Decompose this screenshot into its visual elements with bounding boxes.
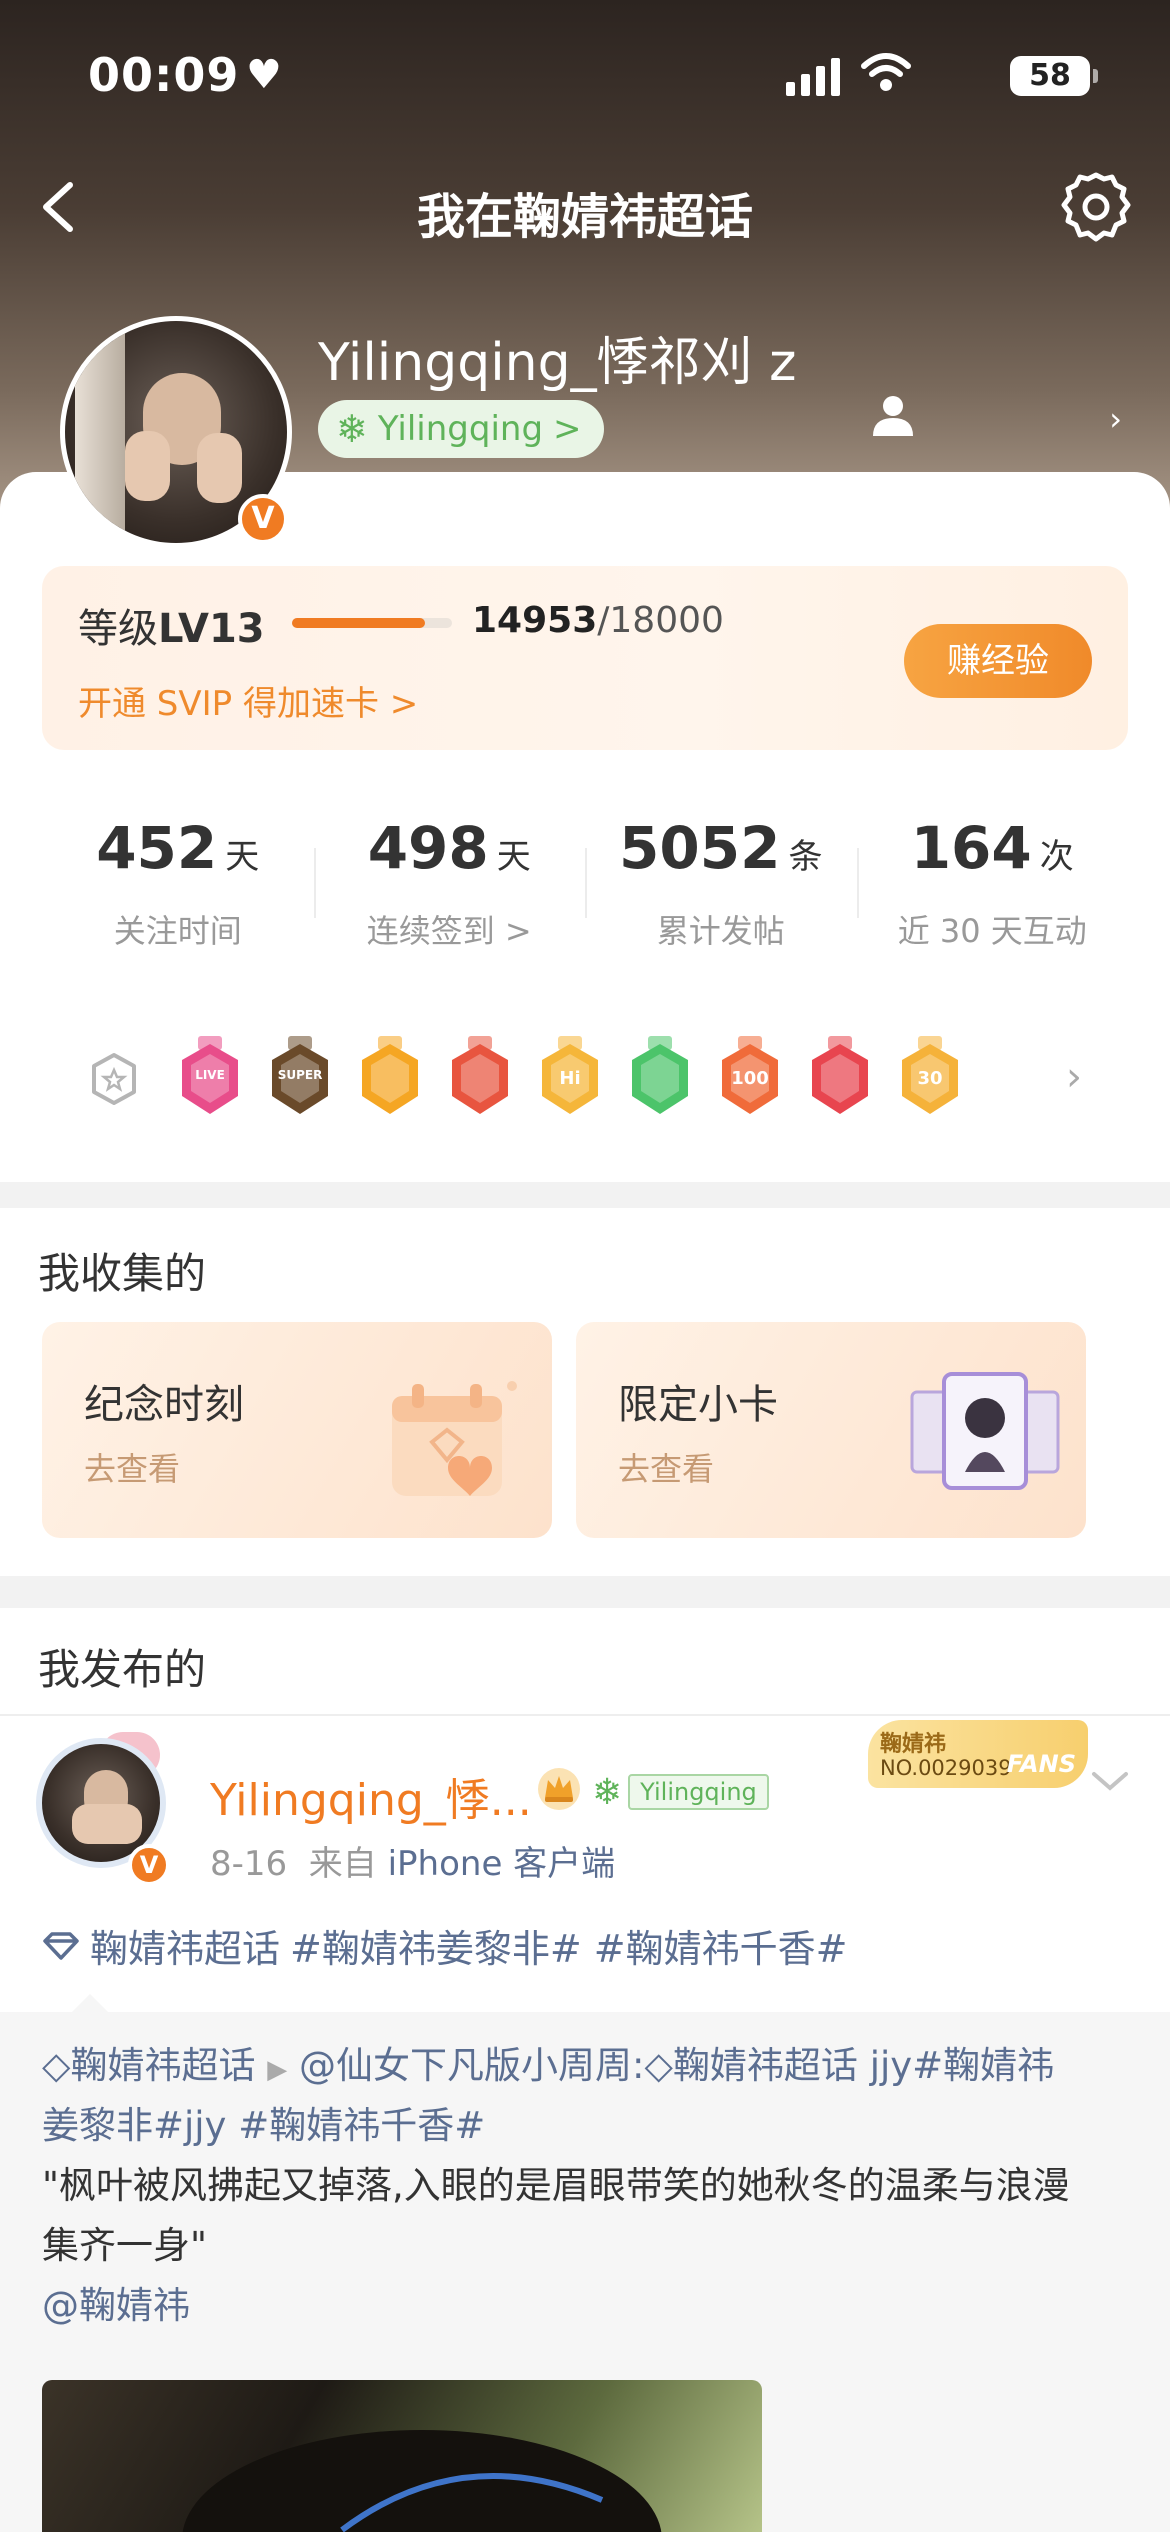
- hi-medal[interactable]: Hi: [536, 1036, 604, 1120]
- verified-badge-icon: V: [128, 1844, 170, 1886]
- section-title: 我发布的: [38, 1645, 207, 1694]
- crown-icon: [538, 1768, 580, 1810]
- stats-row: 452 天 关注时间 498 天 连续签到 > 5052 条 累计发帖 164 次 近 …: [42, 778, 1128, 978]
- live-medal[interactable]: LIVE: [176, 1036, 244, 1120]
- section-title: 我收集的: [38, 1249, 207, 1298]
- stat-total-posts: 5052 条 累计发帖: [585, 778, 857, 978]
- heart-icon: ♥: [246, 52, 282, 98]
- repost-line-2[interactable]: 姜黎非#jjy #鞠婧祎千香#: [42, 2096, 1128, 2156]
- supertopic-diamond-icon: [43, 1931, 79, 1960]
- svip-link[interactable]: 开通 SVIP 得加速卡 >: [78, 676, 418, 725]
- hand-medal[interactable]: [626, 1036, 694, 1120]
- cat-medal[interactable]: [446, 1036, 514, 1120]
- signal-icon: [786, 58, 840, 96]
- chevron-right-icon[interactable]: ›: [1109, 400, 1122, 438]
- medal-wall[interactable]: LIVE SUPER Hi 100 30 ›: [42, 1004, 1128, 1154]
- medal-text: SUPER: [277, 1068, 323, 1082]
- chevron-right-icon[interactable]: ›: [1066, 1054, 1082, 1100]
- chevron-down-icon[interactable]: [1090, 1766, 1130, 1796]
- 30-days-medal[interactable]: 30: [896, 1036, 964, 1120]
- 100-days-medal[interactable]: 100: [716, 1036, 784, 1120]
- medal-text: Hi: [559, 1068, 581, 1089]
- post-body: 鞠婧祎超话 #鞠婧祎姜黎非# #鞠婧祎千香#: [42, 1918, 847, 1973]
- repost-line-4: 集齐一身": [42, 2224, 208, 2267]
- nav-bar: 我在鞠婧祎超话: [0, 165, 1170, 255]
- status-time: 00:09: [88, 48, 240, 102]
- medal-text: LIVE: [195, 1068, 225, 1082]
- repost-line-3: "枫叶被风拂起又掉落,入眼的是眉眼带笑的她秋冬的温柔与浪漫: [42, 2164, 1070, 2207]
- trophy-medal[interactable]: [806, 1036, 874, 1120]
- chip-label: Yilingqing: [628, 1774, 769, 1810]
- repost-mention[interactable]: @鞠婧祎: [42, 2276, 1128, 2336]
- post-meta: 8-16 来自 iPhone 客户端: [210, 1844, 616, 1884]
- chip-arrow-icon: >: [553, 409, 582, 449]
- stat-checkin-streak[interactable]: 498 天 连续签到 >: [313, 778, 586, 978]
- repost-author-link[interactable]: @仙女下凡版小周周:: [299, 2044, 644, 2087]
- gear-icon[interactable]: [1058, 169, 1134, 245]
- repost-line-1: ◇鞠婧祎超话 ▶ @仙女下凡版小周周:◇鞠婧祎超话 jjy#鞠婧祎: [42, 2044, 1055, 2087]
- crown-medal[interactable]: [356, 1036, 424, 1120]
- post-author-name[interactable]: Yilingqing_悸...: [210, 1764, 532, 1828]
- supertopic-level-chip[interactable]: ❄ Yilingqing >: [318, 400, 604, 458]
- level-label: 等级LV13: [78, 606, 265, 652]
- level-panel: 等级LV13 14953/18000 开通 SVIP 得加速卡 > 赚经验: [42, 566, 1128, 750]
- limited-cards-card[interactable]: 限定小卡 去查看: [576, 1322, 1086, 1538]
- username: Yilingqing_悸祁刈 z: [318, 333, 797, 393]
- repost-block[interactable]: ◇鞠婧祎超话 ▶ @仙女下凡版小周周:◇鞠婧祎超话 jjy#鞠婧祎 姜黎非#jj…: [0, 1994, 1170, 2532]
- earn-exp-button[interactable]: 赚经验: [904, 624, 1092, 698]
- snowflake-icon: ❄: [592, 1771, 623, 1813]
- calendar-heart-icon: [392, 1381, 517, 1496]
- page-title: 我在鞠婧祎超话: [416, 189, 753, 245]
- battery-indicator: 58: [1010, 56, 1098, 96]
- verified-badge-icon: V: [238, 494, 288, 544]
- post-supertopic-chip: ❄ Yilingqing: [592, 1771, 769, 1813]
- repost-topic-link[interactable]: 鞠婧祎超话: [70, 2044, 255, 2087]
- medal-outline-icon: [92, 1053, 136, 1105]
- repost-inner-topic-link[interactable]: 鞠婧祎超话: [673, 2044, 858, 2087]
- snowflake-icon: ❄: [336, 407, 368, 451]
- repost-image[interactable]: [42, 2380, 762, 2532]
- super-medal[interactable]: SUPER: [266, 1036, 334, 1120]
- stat-follow-days: 452 天 关注时间: [96, 814, 260, 950]
- medal-text: 100: [731, 1068, 769, 1089]
- post-topic-link[interactable]: 鞠婧祎超话: [90, 1918, 280, 1973]
- photo-cards-icon: [910, 1372, 1060, 1490]
- stat-recent-interactions: 164 次 近 30 天互动: [856, 778, 1129, 978]
- level-score: 14953/18000: [472, 600, 724, 641]
- chip-label: Yilingqing: [377, 409, 544, 449]
- fan-badge[interactable]: 鞠婧祎 NO.0029039 FANS: [868, 1720, 1088, 1788]
- wifi-icon: [861, 53, 911, 91]
- memorial-moments-card[interactable]: 纪念时刻 去查看: [42, 1322, 552, 1538]
- level-progress-bar: [292, 618, 452, 628]
- status-bar: 00:09 ♥ 58: [88, 48, 1098, 108]
- person-icon[interactable]: [870, 392, 916, 438]
- medal-text: 30: [917, 1068, 943, 1089]
- post-hashtags[interactable]: #鞠婧祎姜黎非# #鞠婧祎千香#: [290, 1918, 847, 1973]
- divider: [0, 1714, 1170, 1716]
